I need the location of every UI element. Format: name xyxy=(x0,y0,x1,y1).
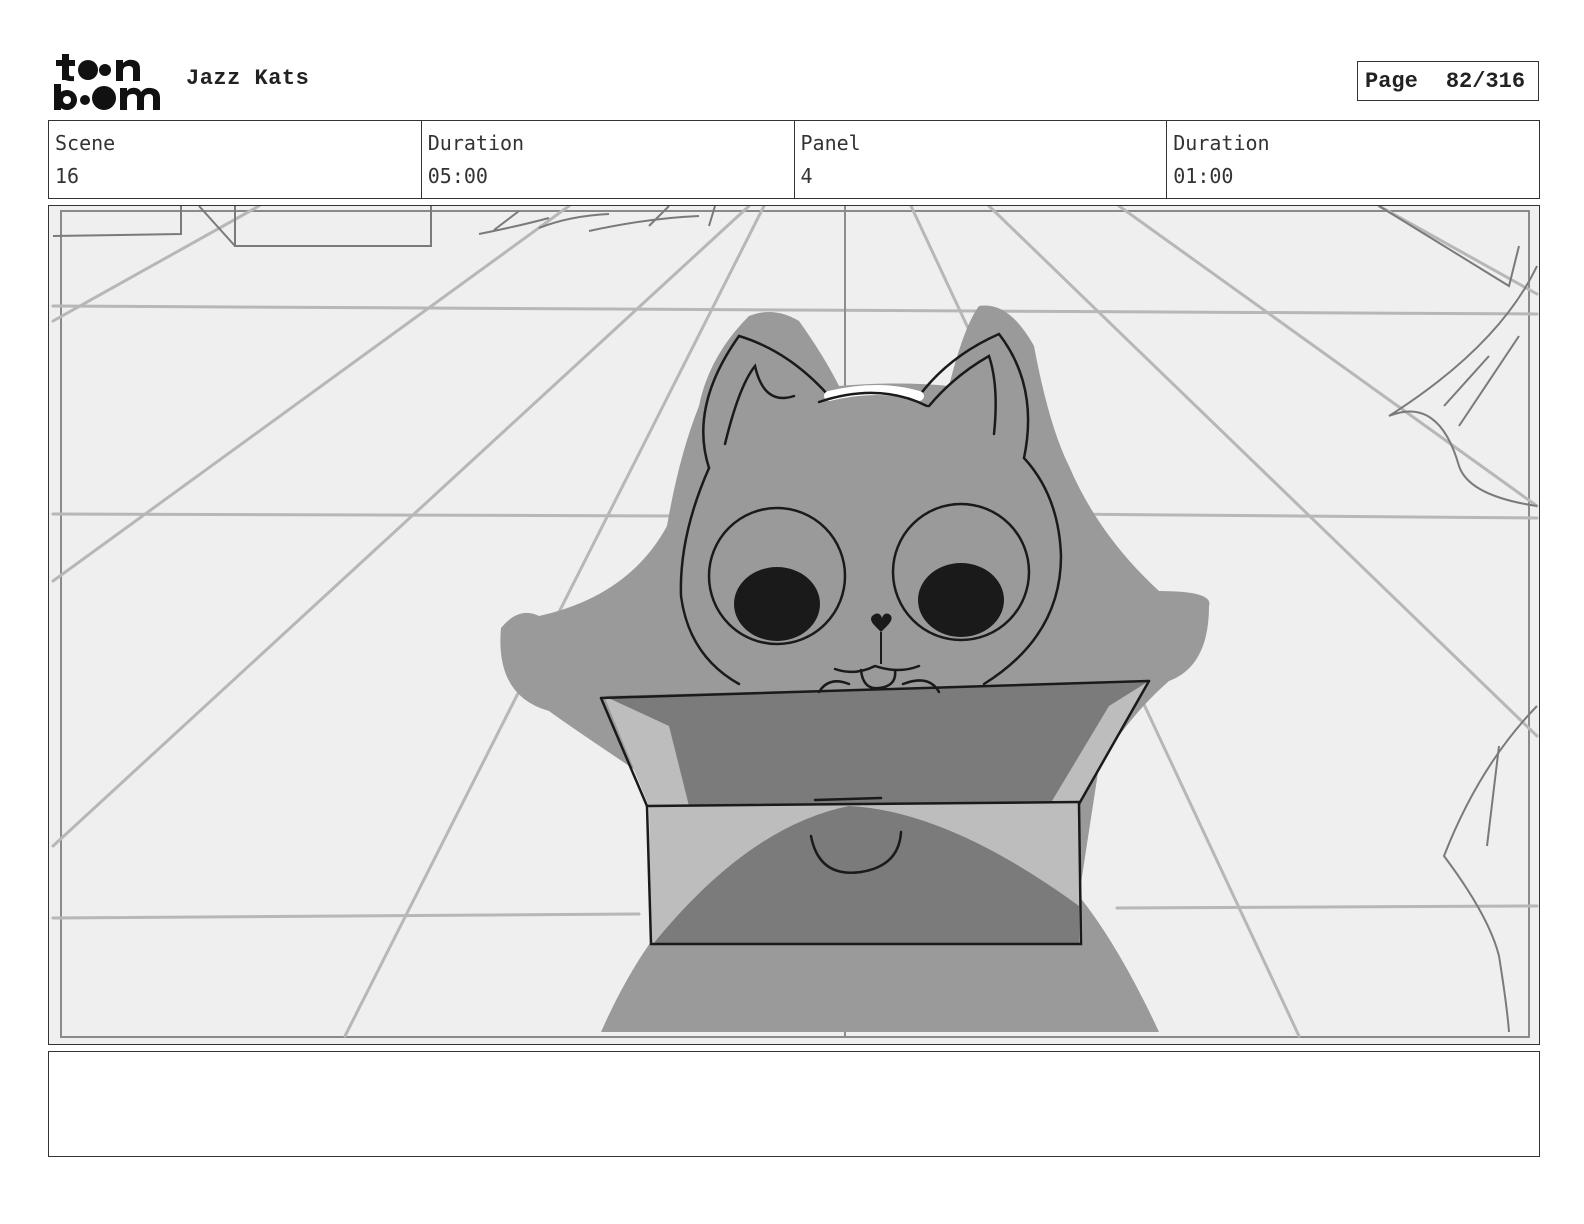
scene-info-table: Scene 16 Duration 05:00 Panel 4 Duration… xyxy=(48,120,1540,199)
page-label: Page xyxy=(1365,68,1418,94)
project-title: Jazz Kats xyxy=(186,66,310,91)
panel-duration-cell: Duration 01:00 xyxy=(1167,121,1539,198)
scene-duration-value: 05:00 xyxy=(427,164,488,188)
scene-label: Scene xyxy=(55,131,116,155)
scene-cell: Scene 16 xyxy=(49,121,422,198)
page-indicator: Page 82/316 xyxy=(1357,61,1539,101)
page-number: 82/316 xyxy=(1445,68,1526,94)
panel-duration-label: Duration xyxy=(1173,131,1270,155)
scene-duration-label: Duration xyxy=(427,131,525,155)
scene-duration-cell: Duration 05:00 xyxy=(422,121,795,198)
cat-in-box-sketch xyxy=(49,206,1539,1044)
panel-value: 4 xyxy=(800,164,813,188)
panel-notes-box xyxy=(48,1051,1540,1157)
panel-duration-value: 01:00 xyxy=(1173,164,1234,188)
panel-cell: Panel 4 xyxy=(795,121,1168,198)
toon-boom-logo xyxy=(52,50,164,112)
scene-value: 16 xyxy=(55,164,80,188)
storyboard-panel-image xyxy=(48,205,1540,1045)
panel-label: Panel xyxy=(800,131,861,155)
